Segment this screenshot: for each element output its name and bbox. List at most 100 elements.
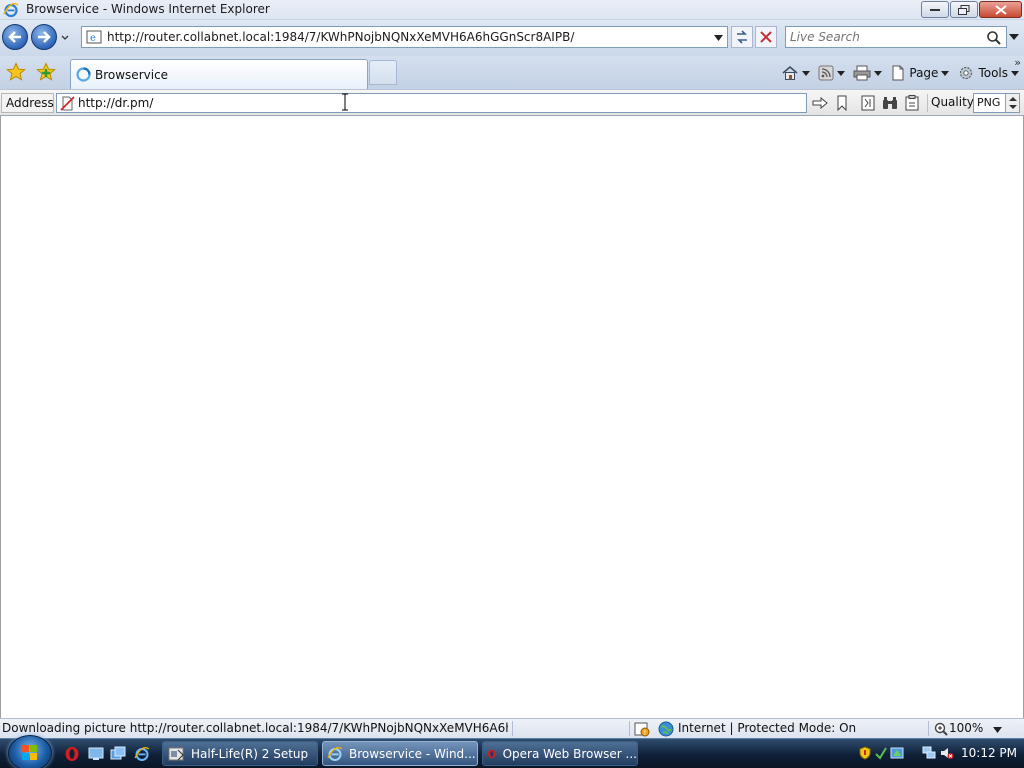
- status-bar: Downloading picture http://router.collab…: [0, 718, 1024, 738]
- search-icon[interactable]: [986, 30, 1002, 46]
- quality-value: PNG: [977, 96, 1001, 109]
- safely-remove-icon[interactable]: [874, 746, 888, 760]
- new-tab-button[interactable]: [369, 60, 397, 85]
- show-desktop-icon[interactable]: [88, 746, 104, 762]
- switch-windows-icon[interactable]: [110, 746, 126, 762]
- ie-logo-icon: [3, 2, 19, 18]
- taskbar-item-browservice[interactable]: Browservice - Wind...: [322, 741, 478, 766]
- loading-spinner-icon: [76, 67, 91, 82]
- search-options-dropdown-icon[interactable]: [1009, 33, 1019, 41]
- feeds-dropdown-icon[interactable]: [837, 70, 846, 76]
- search-input[interactable]: [790, 29, 980, 45]
- tools-dropdown-icon: [1011, 70, 1019, 76]
- svg-text:!: !: [644, 729, 647, 737]
- quality-label: Quality: [927, 94, 977, 112]
- security-zone-label[interactable]: Internet | Protected Mode: On: [678, 721, 856, 735]
- maximize-button[interactable]: [950, 1, 978, 18]
- minimize-icon: [930, 8, 940, 11]
- page-menu-label: Page: [909, 66, 939, 80]
- home-button[interactable]: [780, 62, 811, 84]
- home-dropdown-icon[interactable]: [802, 70, 811, 76]
- url-bar[interactable]: e http://router.collabnet.local:1984/7/K…: [81, 26, 728, 48]
- navigation-bar: e http://router.collabnet.local:1984/7/K…: [0, 20, 1024, 56]
- page-view-button[interactable]: [858, 93, 878, 113]
- zoom-dropdown-icon[interactable]: [993, 727, 1002, 733]
- forward-arrow-icon: [38, 31, 51, 43]
- network-status-icon[interactable]: [890, 746, 904, 760]
- clipboard-button[interactable]: [902, 93, 922, 113]
- taskbar-item-label: Browservice - Wind...: [349, 746, 476, 761]
- feeds-button[interactable]: [817, 62, 846, 84]
- url-text[interactable]: http://router.collabnet.local:1984/7/KWh…: [107, 30, 574, 44]
- broken-page-icon: [60, 96, 75, 111]
- print-dropdown-icon[interactable]: [874, 70, 883, 76]
- command-bar: Page Tools: [780, 62, 1020, 84]
- security-shield-icon[interactable]: [858, 746, 872, 760]
- page-content-area[interactable]: [0, 116, 1024, 718]
- address-input[interactable]: http://dr.pm/: [56, 93, 807, 113]
- page-icon: e: [86, 30, 102, 44]
- network-connection-icon[interactable]: [922, 746, 936, 760]
- tools-menu-button[interactable]: Tools: [956, 62, 1020, 84]
- setup-icon: [168, 747, 184, 760]
- bookmark-icon: [837, 95, 847, 111]
- text-cursor-icon: [342, 93, 348, 111]
- zoom-level[interactable]: 100%: [949, 721, 983, 735]
- favorites-center-icon[interactable]: [6, 62, 26, 82]
- taskbar-item-opera[interactable]: Opera Web Browser ...: [482, 741, 638, 766]
- tab-browservice[interactable]: Browservice: [70, 59, 368, 89]
- close-window-button[interactable]: [979, 1, 1022, 18]
- taskbar-item-label: Opera Web Browser ...: [502, 746, 637, 761]
- search-box[interactable]: [785, 26, 1007, 48]
- start-button[interactable]: [8, 735, 52, 768]
- opera-icon: [487, 749, 496, 758]
- refresh-icon: [737, 30, 747, 44]
- volume-muted-icon[interactable]: [940, 746, 954, 760]
- taskbar-item-half-life-setup[interactable]: Half-Life(R) 2 Setup: [162, 741, 318, 766]
- restore-icon: [958, 4, 970, 15]
- forward-button[interactable]: [31, 24, 57, 50]
- close-icon: [994, 4, 1007, 15]
- document-icon: [861, 95, 875, 111]
- print-button[interactable]: [852, 62, 883, 84]
- security-report-icon[interactable]: !: [634, 721, 650, 737]
- minimize-button[interactable]: [921, 1, 949, 18]
- find-button[interactable]: [880, 93, 900, 113]
- address-label: Address: [1, 93, 54, 113]
- back-button[interactable]: [2, 24, 28, 50]
- binoculars-icon: [883, 97, 897, 109]
- address-value[interactable]: http://dr.pm/: [78, 96, 153, 110]
- bookmark-button[interactable]: [832, 93, 852, 113]
- windows-logo-icon: [22, 745, 37, 760]
- url-dropdown-icon[interactable]: [714, 35, 723, 41]
- stop-button[interactable]: [755, 26, 777, 48]
- toolbar-overflow-button[interactable]: »: [1014, 56, 1021, 69]
- back-arrow-icon: [8, 31, 21, 43]
- go-arrow-icon: [812, 97, 828, 109]
- refresh-button[interactable]: [731, 26, 753, 48]
- go-button[interactable]: [810, 93, 830, 113]
- rss-feed-icon: [818, 65, 834, 81]
- opera-quicklaunch-icon[interactable]: [64, 746, 80, 762]
- clipboard-icon: [905, 95, 919, 111]
- taskbar: Half-Life(R) 2 Setup Browservice - Wind.…: [0, 735, 1024, 768]
- stop-icon: [760, 31, 772, 43]
- title-bar: Browservice - Windows Internet Explorer: [0, 0, 1024, 20]
- gear-icon: [960, 66, 973, 80]
- print-icon: [853, 65, 871, 81]
- ie-icon: [327, 746, 343, 761]
- status-divider: [629, 721, 630, 736]
- ie-quicklaunch-icon[interactable]: [134, 746, 150, 762]
- system-tray: 10:12 PM: [852, 741, 1024, 767]
- quality-spinner[interactable]: [1005, 94, 1019, 112]
- clock[interactable]: 10:12 PM: [961, 746, 1017, 760]
- quality-select[interactable]: PNG: [973, 93, 1020, 113]
- recent-pages-dropdown-icon[interactable]: [60, 33, 70, 43]
- svg-text:e: e: [90, 33, 96, 44]
- page-dropdown-icon: [941, 70, 950, 76]
- page-menu-button[interactable]: Page: [889, 62, 950, 84]
- globe-icon: [658, 721, 674, 737]
- add-to-favorites-icon[interactable]: [36, 62, 56, 82]
- status-divider: [928, 721, 929, 736]
- tab-bar: Browservice Page Tools »: [0, 56, 1024, 89]
